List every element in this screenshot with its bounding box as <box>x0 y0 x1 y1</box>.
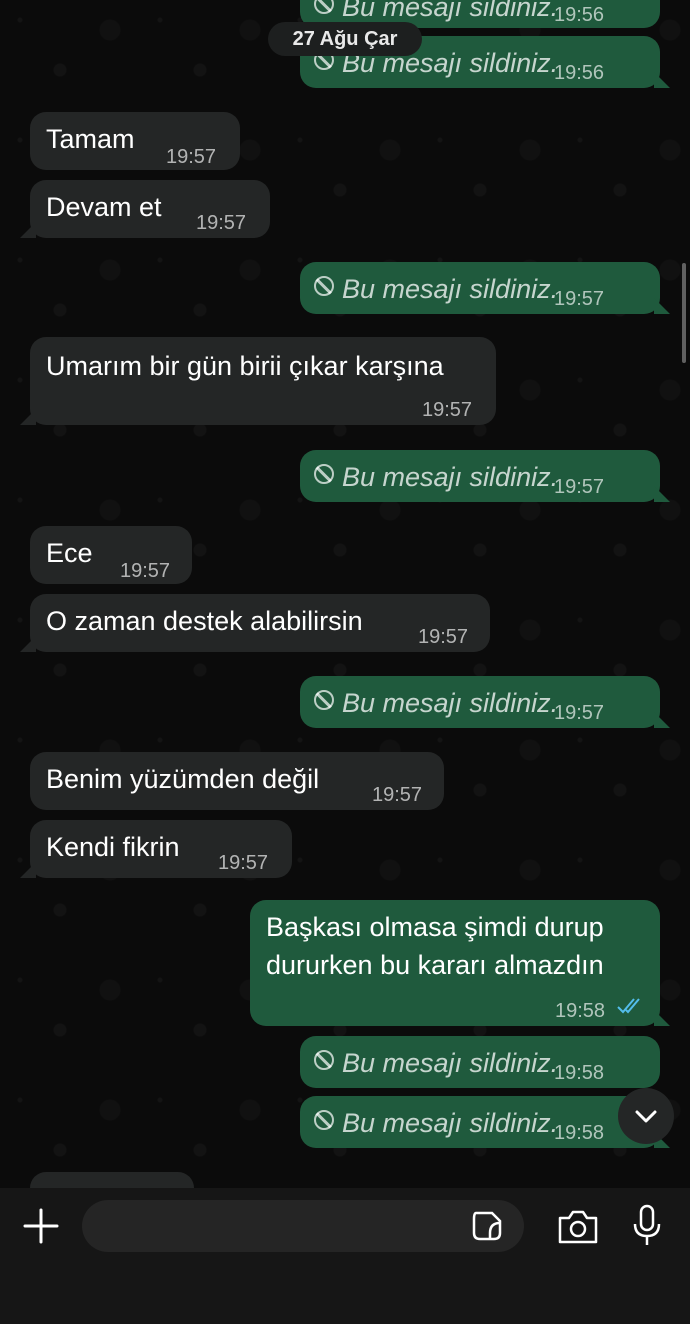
message-text: Kendi fikrin <box>46 832 180 862</box>
message-incoming[interactable]: Tamam 19:57 <box>30 112 240 170</box>
message-time: 19:56 <box>554 62 605 84</box>
message-deleted[interactable]: Bu mesajı sildiniz. 19:58 <box>300 1036 660 1088</box>
message-time: 19:57 <box>554 476 605 498</box>
blocked-icon <box>314 0 334 14</box>
message-time: 19:57 <box>422 399 473 421</box>
blocked-icon <box>314 1050 334 1070</box>
message-text: Bu mesajı sildiniz. <box>342 1048 559 1078</box>
plus-icon[interactable] <box>21 1206 61 1246</box>
microphone-icon[interactable] <box>630 1204 664 1248</box>
message-time: 19:58 <box>554 1122 605 1144</box>
message-text-line: dururken bu kararı almazdın <box>266 950 604 980</box>
message-time: 19:57 <box>418 626 469 648</box>
message-text: Bu mesajı sildiniz. <box>342 688 559 718</box>
message-text: Tamam <box>46 124 135 154</box>
composer-bar <box>0 1188 690 1324</box>
scrollbar[interactable] <box>682 263 686 363</box>
message-time: 19:57 <box>372 784 423 806</box>
message-input[interactable] <box>82 1200 524 1252</box>
message-deleted[interactable]: Bu mesajı sildiniz. 19:57 <box>300 262 670 314</box>
message-text: Bu mesajı sildiniz. <box>342 0 559 22</box>
message-time: 19:57 <box>196 212 247 234</box>
message-deleted[interactable]: Bu mesajı sildiniz. 19:58 <box>300 1096 670 1148</box>
sticker-icon[interactable] <box>470 1209 504 1243</box>
read-ticks-icon <box>617 998 640 1014</box>
blocked-icon <box>314 690 334 710</box>
blocked-icon <box>314 464 334 484</box>
message-deleted[interactable]: Bu mesajı sildiniz. 19:57 <box>300 450 670 502</box>
message-time: 19:56 <box>554 4 605 26</box>
camera-icon[interactable] <box>556 1208 600 1246</box>
message-time: 19:57 <box>218 852 269 874</box>
message-time: 19:58 <box>554 1062 605 1084</box>
message-time: 19:57 <box>120 560 171 582</box>
message-time: 19:57 <box>554 702 605 724</box>
message-incoming[interactable]: Benim yüzümden değil 19:57 <box>30 752 444 810</box>
message-text: Umarım bir gün birii çıkar karşına <box>46 351 444 381</box>
message-incoming[interactable]: Umarım bir gün birii çıkar karşına 19:57 <box>20 337 496 425</box>
message-incoming[interactable]: Devam et 19:57 <box>20 180 270 238</box>
message-text-line: Başkası olmasa şimdi durup <box>266 912 604 942</box>
message-text: Benim yüzümden değil <box>46 764 320 794</box>
message-time: 19:58 <box>555 1000 606 1022</box>
message-text: Bu mesajı sildiniz. <box>342 1108 559 1138</box>
message-time: 19:57 <box>166 146 217 168</box>
message-text: Devam et <box>46 192 162 222</box>
message-incoming[interactable]: O zaman destek alabilirsin 19:57 <box>20 594 490 652</box>
message-text: O zaman destek alabilirsin <box>46 606 363 636</box>
date-separator: 27 Ağu Çar <box>268 22 422 56</box>
scroll-to-bottom-button[interactable] <box>618 1088 674 1144</box>
message-incoming[interactable]: Ece 19:57 <box>30 526 192 584</box>
message-incoming[interactable]: Kendi fikrin 19:57 <box>20 820 292 878</box>
blocked-icon <box>314 1110 334 1130</box>
message-text: Bu mesajı sildiniz. <box>342 274 559 304</box>
blocked-icon <box>314 276 334 296</box>
message-text: Bu mesajı sildiniz. <box>342 462 559 492</box>
chevron-down-icon <box>635 1110 657 1123</box>
message-incoming-partial <box>30 1172 194 1188</box>
message-outgoing[interactable]: Başkası olmasa şimdi durup dururken bu k… <box>250 900 670 1026</box>
message-text: Ece <box>46 538 93 568</box>
chat-area[interactable]: Bu mesajı sildiniz. 19:56 Bu mesajı sild… <box>0 0 690 1188</box>
message-deleted[interactable]: Bu mesajı sildiniz. 19:57 <box>300 676 670 728</box>
message-time: 19:57 <box>554 288 605 310</box>
